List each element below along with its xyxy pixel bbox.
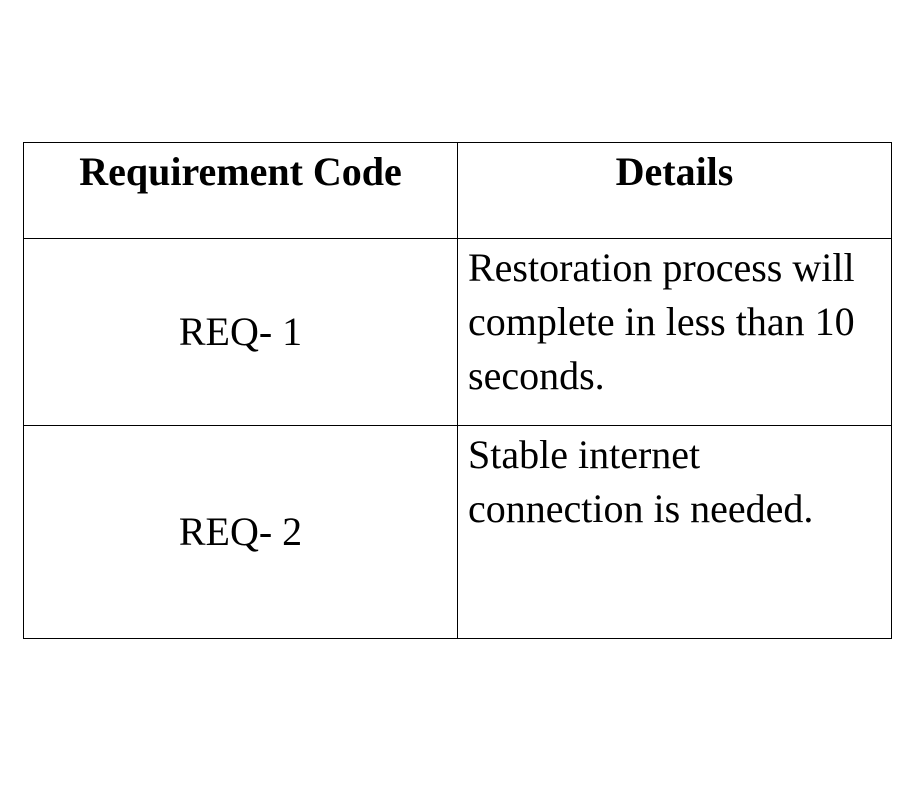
header-row: Requirement Code Details xyxy=(23,142,892,239)
requirements-table: Requirement Code Details REQ- 1 Restorat… xyxy=(23,142,892,639)
table-row: REQ- 2 Stable internet connection is nee… xyxy=(23,425,892,639)
requirement-code-cell: REQ- 2 xyxy=(23,425,458,639)
header-requirement-code: Requirement Code xyxy=(23,142,458,239)
requirement-code-cell: REQ- 1 xyxy=(23,238,458,426)
table-row: REQ- 1 Restoration process will complete… xyxy=(23,238,892,426)
requirement-code: REQ- 2 xyxy=(178,509,303,554)
requirement-details: Restoration process will complete in les… xyxy=(457,238,892,426)
requirement-code: REQ- 1 xyxy=(178,309,303,354)
requirement-details: Stable internet connection is needed. xyxy=(457,425,892,639)
header-details: Details xyxy=(457,142,892,239)
